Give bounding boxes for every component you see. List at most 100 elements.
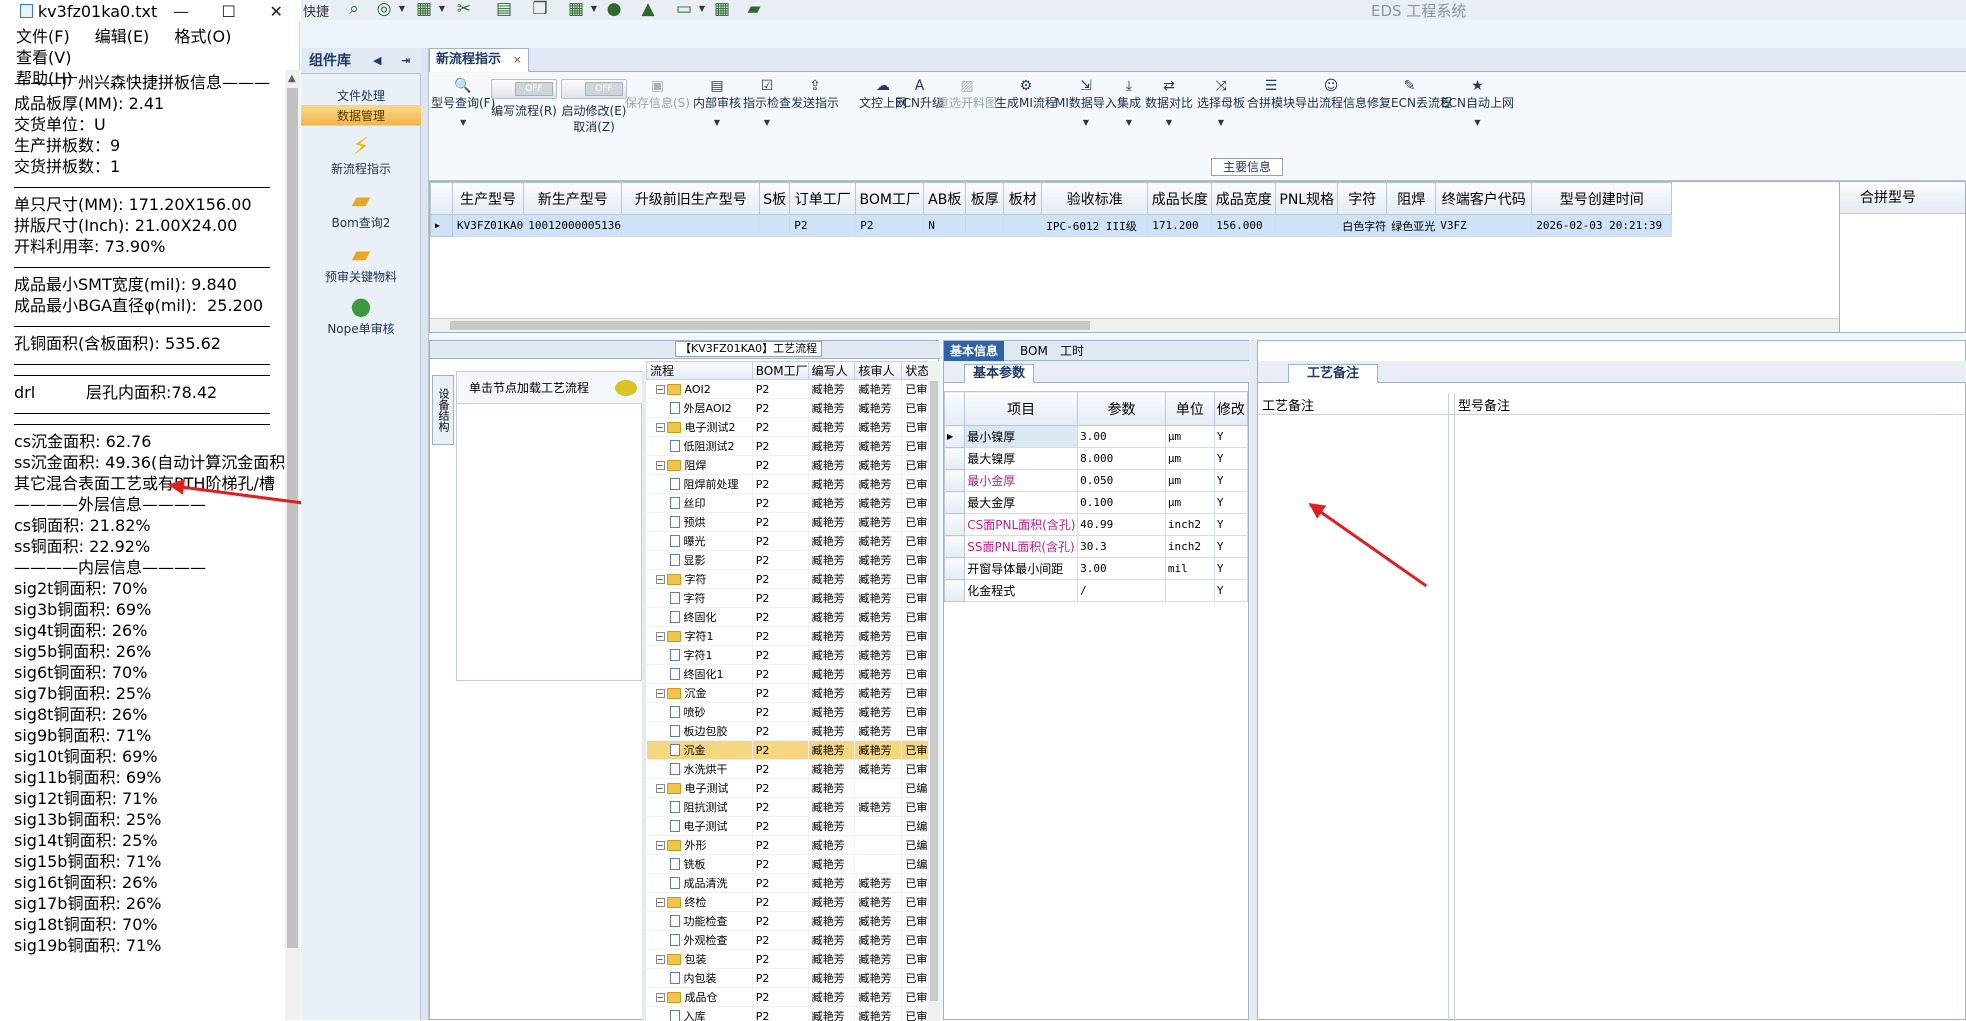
ribbon-button-11[interactable]: ⇲MI数据导入▼ [1055,77,1117,131]
ribbon-button-3[interactable]: ▣保存信息(S) [625,77,690,111]
tree-node[interactable]: −字符1 [647,627,753,646]
table-row[interactable]: −包装P2臧艳芳臧艳芳已审核 [647,950,940,969]
table-cell[interactable]: 臧艳芳 [855,418,902,437]
minimize-button[interactable]: — [157,2,205,21]
column-header[interactable]: 项目 [965,392,1078,426]
tree-node[interactable]: 入库 [647,1007,753,1021]
table-cell[interactable]: 臧艳芳 [808,931,855,950]
table-row[interactable]: −成品仓P2臧艳芳臧艳芳已审核 [647,988,940,1007]
table-cell[interactable]: 臧艳芳 [808,703,855,722]
collapse-icon[interactable]: − [656,841,665,850]
table-cell[interactable]: P2 [752,817,808,836]
table-row[interactable]: 化金程式/Y [945,580,1248,602]
table-cell[interactable]: N [924,215,966,237]
ribbon-button-6[interactable]: ⇪发送指示 [791,77,839,111]
pin-icon[interactable]: ⇥ [401,48,410,74]
tree-node[interactable]: −包装 [647,950,753,969]
column-header[interactable]: 订单工厂 [790,183,856,215]
table-cell[interactable]: P2 [752,418,808,437]
close-button[interactable]: ✕ [252,2,300,21]
table-cell[interactable]: 3.00 [1078,558,1166,580]
table-cell[interactable]: Y [1214,492,1247,514]
table-cell[interactable]: 臧艳芳 [808,494,855,513]
table-cell[interactable]: P2 [752,874,808,893]
table-row[interactable]: 阻焊前处理P2臧艳芳臧艳芳已审核 [647,475,940,494]
column-header[interactable]: 升级前旧生产型号 [622,183,760,215]
column-header[interactable]: PNL规格 [1276,183,1338,215]
ribbon-button-17[interactable]: ✎修复ECN丢流程 [1367,77,1452,111]
table-cell[interactable]: 臧艳芳 [808,874,855,893]
table-cell[interactable]: 最大镍厚 [965,448,1078,470]
tree-node[interactable]: 内包装 [647,969,753,988]
tab-process-remarks[interactable]: 工艺备注 [1288,364,1378,383]
tree-node[interactable]: −电子测试2 [647,418,753,437]
table-cell[interactable]: 臧艳芳 [855,684,902,703]
table-row[interactable]: −终检P2臧艳芳臧艳芳已审核 [647,893,940,912]
table-row[interactable]: 预烘P2臧艳芳臧艳芳已审核 [647,513,940,532]
table-cell[interactable]: 臧艳芳 [855,532,902,551]
table-cell[interactable]: 臧艳芳 [855,931,902,950]
section-data-management[interactable]: 数据管理 [301,106,421,126]
table-row[interactable]: 丝印P2臧艳芳臧艳芳已审核 [647,494,940,513]
library-splitter[interactable] [421,48,429,1020]
ribbon-button-2[interactable]: OFF启动修改(E)取消(Z) [561,77,627,135]
table-cell[interactable]: P2 [752,646,808,665]
table-cell[interactable]: P2 [752,741,808,760]
table-cell[interactable]: 臧艳芳 [855,475,902,494]
table-cell[interactable]: P2 [752,912,808,931]
tree-node[interactable]: −沉金 [647,684,753,703]
table-cell[interactable]: 臧艳芳 [808,988,855,1007]
table-row[interactable]: −字符1P2臧艳芳臧艳芳已审核 [647,627,940,646]
table-cell[interactable]: P2 [752,513,808,532]
chevron-down-icon[interactable]: ▼ [397,0,407,18]
collapse-icon[interactable]: − [656,575,665,584]
table-cell[interactable]: 10012000005136 [524,215,622,237]
table-cell[interactable]: IPC-6012 III级 [1042,215,1148,237]
table-row[interactable]: 板边包胶P2臧艳芳臧艳芳已审核 [647,722,940,741]
tree-node[interactable]: 字符1 [647,646,753,665]
table-cell[interactable]: P2 [752,779,808,798]
collapse-icon[interactable]: − [656,784,665,793]
column-header[interactable]: 参数 [1078,392,1166,426]
table-cell[interactable]: 臧艳芳 [808,779,855,798]
table-row[interactable]: 沉金P2臧艳芳臧艳芳已审核 [647,741,940,760]
collapse-icon[interactable]: − [656,385,665,394]
table-cell[interactable]: P2 [752,893,808,912]
table-cell[interactable]: Y [1214,580,1247,602]
table-cell[interactable]: P2 [752,570,808,589]
table-cell[interactable]: 臧艳芳 [808,855,855,874]
table-cell[interactable] [1276,215,1338,237]
table-cell[interactable]: 8.000 [1078,448,1166,470]
table-cell[interactable]: 臧艳芳 [855,494,902,513]
table-cell[interactable]: 30.3 [1078,536,1166,558]
table-row[interactable]: 入库P2臧艳芳臧艳芳已审核 [647,1007,940,1021]
chevron-down-icon[interactable]: ▼ [743,115,791,131]
table-row[interactable]: ▶KV3FZ01KA010012000005136P2P2NIPC-6012 I… [431,215,1672,237]
table-cell[interactable]: 臧艳芳 [808,722,855,741]
tree-node[interactable]: −字符 [647,570,753,589]
table-cell[interactable]: / [1078,580,1166,602]
scrollbar-thumb[interactable] [450,321,1090,330]
apps-icon[interactable]: ▦ [563,0,589,18]
ribbon-button-4[interactable]: ▤内部审核▼ [693,77,741,131]
table-row[interactable]: ▶最小镍厚3.00μmY [945,426,1248,448]
table-cell[interactable]: 臧艳芳 [808,1007,855,1021]
table-cell[interactable]: P2 [752,627,808,646]
scroll-up-icon[interactable]: ▲ [288,73,296,84]
info-splitter[interactable] [1249,340,1257,1020]
table-cell[interactable]: 臧艳芳 [855,798,902,817]
tree-node[interactable]: −阻焊 [647,456,753,475]
table-cell[interactable]: CS面PNL面积(含孔) [965,514,1078,536]
table-row[interactable]: −电子测试P2臧艳芳已编写 [647,779,940,798]
chevron-down-icon[interactable]: ▼ [1117,115,1141,131]
menu-edit[interactable]: 编辑(E) [95,26,150,47]
table-cell[interactable]: P2 [752,494,808,513]
table-cell[interactable] [855,817,902,836]
table-cell[interactable]: P2 [752,969,808,988]
table-row[interactable]: 铣板P2臧艳芳已编写 [647,855,940,874]
table-cell[interactable]: Y [1214,426,1247,448]
table-cell[interactable]: 臧艳芳 [808,437,855,456]
table-cell[interactable]: 臧艳芳 [808,551,855,570]
table-row[interactable]: 内包装P2臧艳芳臧艳芳已审核 [647,969,940,988]
chevron-down-icon[interactable]: ▼ [431,115,495,131]
